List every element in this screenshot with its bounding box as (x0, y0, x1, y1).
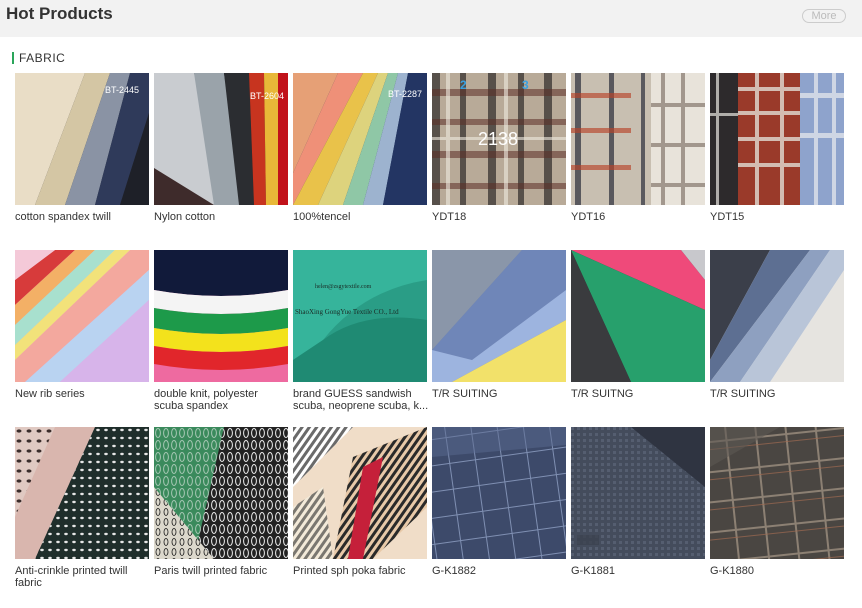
product-name[interactable]: G-K1880 (710, 565, 846, 577)
product-image[interactable] (710, 250, 844, 382)
product-image[interactable] (15, 427, 149, 559)
product-name[interactable]: T/R SUITNG (571, 388, 707, 400)
product-image[interactable] (571, 250, 705, 382)
product-image[interactable] (293, 427, 427, 559)
product-card[interactable]: G-K1880 (710, 427, 844, 577)
watermark-text: 2138 (478, 129, 518, 149)
product-card[interactable]: double knit, polyester scuba spandex (154, 250, 288, 412)
product-image[interactable]: BT-2287 (293, 73, 427, 205)
section-title: Hot Products (6, 4, 113, 23)
product-name[interactable]: Printed sph poka fabric (293, 565, 429, 577)
product-card[interactable]: T/R SUITNG (571, 250, 705, 400)
product-card[interactable]: Anti-crinkle printed twill fabric (15, 427, 149, 589)
section-header: Hot Products More (0, 0, 862, 37)
product-card[interactable]: Paris twill printed fabric (154, 427, 288, 577)
watermark-text: 2 (460, 78, 467, 92)
product-name[interactable]: T/R SUITING (432, 388, 568, 400)
product-image[interactable] (154, 250, 288, 382)
product-image[interactable]: BT-2445 (15, 73, 149, 205)
product-image[interactable] (571, 427, 705, 559)
product-card[interactable]: G-K1881 (571, 427, 705, 577)
product-name[interactable]: brand GUESS sandwish scuba, neoprene scu… (293, 388, 429, 412)
product-name[interactable]: G-K1881 (571, 565, 707, 577)
product-image[interactable] (432, 427, 566, 559)
product-card[interactable]: T/R SUITING (432, 250, 566, 400)
product-image[interactable]: BT-2604 (154, 73, 288, 205)
watermark-text: 3 (522, 78, 529, 92)
watermark-text: BT-2445 (105, 85, 139, 95)
product-card[interactable]: T/R SUITING (710, 250, 844, 400)
product-name[interactable]: G-K1882 (432, 565, 568, 577)
product-image[interactable]: 2138 2 3 (432, 73, 566, 205)
product-name[interactable]: YDT15 (710, 211, 846, 223)
category-heading: FABRIC (12, 52, 65, 64)
watermark-text: BT-2287 (388, 89, 422, 99)
product-name[interactable]: New rib series (15, 388, 151, 400)
product-name[interactable]: YDT18 (432, 211, 568, 223)
product-card[interactable]: BT-2445 cotton spandex twill (15, 73, 149, 223)
product-image[interactable]: helen@zsgytextile.com ShaoXing GongYue T… (293, 250, 427, 382)
product-name[interactable]: T/R SUITING (710, 388, 846, 400)
watermark-text: helen@zsgytextile.com (315, 284, 372, 290)
product-card[interactable]: YDT16 (571, 73, 705, 223)
product-name[interactable]: Anti-crinkle printed twill fabric (15, 565, 151, 589)
product-name[interactable]: 100%tencel (293, 211, 429, 223)
watermark-text: ShaoXing GongYue Textile CO., Ltd (295, 308, 399, 316)
watermark-text: BT-2604 (250, 91, 284, 101)
product-card[interactable]: G-K1882 (432, 427, 566, 577)
product-name[interactable]: YDT16 (571, 211, 707, 223)
product-name[interactable]: Nylon cotton (154, 211, 290, 223)
product-card[interactable]: BT-2287 100%tencel (293, 73, 427, 223)
product-name[interactable]: cotton spandex twill (15, 211, 151, 223)
product-image[interactable] (710, 73, 844, 205)
product-card[interactable]: helen@zsgytextile.com ShaoXing GongYue T… (293, 250, 429, 412)
product-image[interactable] (154, 427, 288, 559)
more-button[interactable]: More (802, 9, 846, 23)
product-name[interactable]: double knit, polyester scuba spandex (154, 388, 290, 412)
product-image[interactable] (710, 427, 844, 559)
product-image[interactable] (15, 250, 149, 382)
product-card[interactable]: 2138 2 3 YDT18 (432, 73, 566, 223)
product-name[interactable]: Paris twill printed fabric (154, 565, 290, 577)
product-card[interactable]: YDT15 (710, 73, 844, 223)
product-image[interactable] (571, 73, 705, 205)
product-image[interactable] (432, 250, 566, 382)
product-card[interactable]: Printed sph poka fabric (293, 427, 427, 577)
product-card[interactable]: BT-2604 Nylon cotton (154, 73, 288, 223)
product-card[interactable]: New rib series (15, 250, 149, 400)
